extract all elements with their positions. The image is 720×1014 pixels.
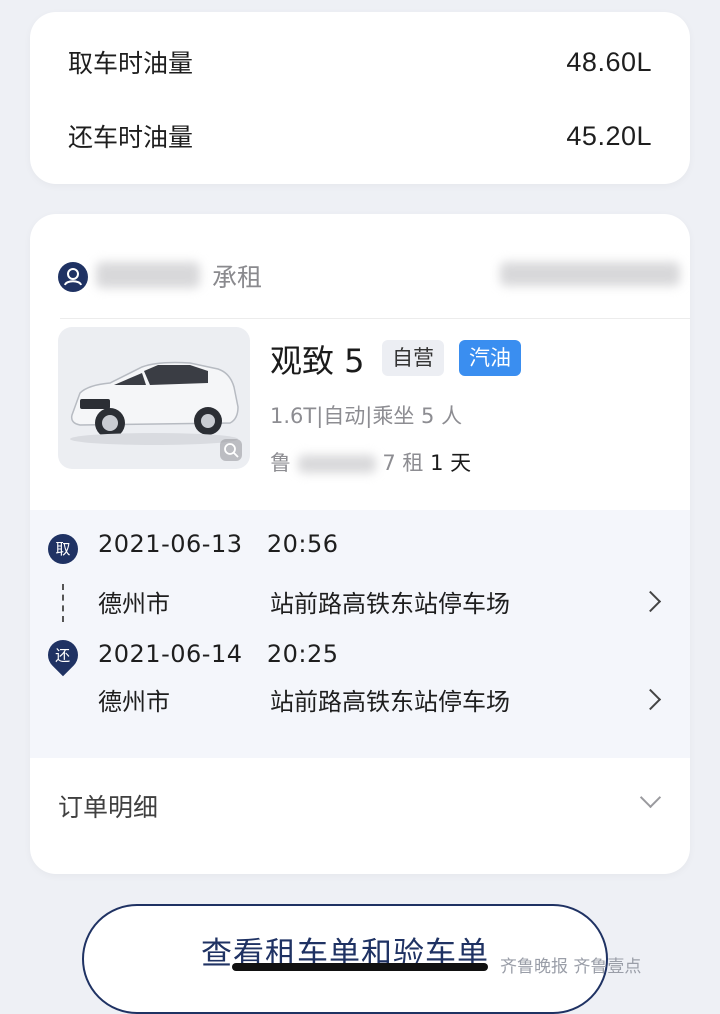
pickup-datetime: 2021-06-13 20:56	[98, 530, 339, 558]
plate-prefix: 鲁	[270, 451, 291, 475]
pickup-city: 德州市	[98, 590, 170, 618]
return-time: 20:25	[266, 640, 339, 668]
chevron-down-icon[interactable]	[639, 786, 662, 809]
return-fuel-row: 还车时油量 45.20L	[68, 116, 652, 156]
order-card: 承租 观致 5 自营 汽油 1.6T|自动|乘坐 5 人 鲁 7 租 1 天 取…	[30, 214, 690, 874]
renter-row: 承租	[30, 214, 690, 318]
trip-connector	[62, 584, 64, 622]
blurred-renter-info	[500, 262, 680, 286]
return-place[interactable]: 站前路高铁东站停车场	[270, 682, 510, 717]
order-details-label: 订单明细	[58, 793, 159, 822]
return-location-pin-icon: 还	[41, 633, 85, 677]
car-specs: 1.6T|自动|乘坐 5 人	[270, 404, 463, 428]
renter-label: 承租	[212, 263, 263, 292]
pickup-date: 2021-06-13	[98, 530, 243, 558]
return-fuel-label: 还车时油量	[68, 123, 194, 152]
blurred-plate	[297, 455, 376, 473]
zoom-icon[interactable]	[220, 439, 242, 461]
pickup-fuel-label: 取车时油量	[68, 49, 194, 78]
order-details-row[interactable]: 订单明细	[30, 758, 690, 850]
car-model-name: 观致 5	[270, 342, 365, 380]
divider	[60, 318, 690, 319]
return-chevron-right-icon[interactable]	[639, 688, 662, 711]
return-city: 德州市	[98, 688, 170, 716]
return-datetime: 2021-06-14 20:25	[98, 640, 339, 668]
watermark: 齐鲁晚报 齐鲁壹点	[500, 957, 642, 977]
self-operated-tag: 自营	[382, 340, 444, 376]
pickup-time: 20:56	[266, 530, 339, 558]
pickup-badge-icon: 取	[48, 534, 78, 564]
fuel-type-tag: 汽油	[459, 340, 521, 376]
rent-info: 鲁 7 租 1 天	[270, 447, 471, 477]
pickup-fuel-row: 取车时油量 48.60L	[68, 42, 652, 82]
return-badge-label: 还	[55, 646, 71, 665]
car-image[interactable]	[58, 327, 250, 469]
return-date: 2021-06-14	[98, 640, 243, 668]
pickup-chevron-right-icon[interactable]	[639, 590, 662, 613]
pickup-fuel-value: 48.60L	[566, 46, 652, 77]
fuel-info-card: 取车时油量 48.60L 还车时油量 45.20L	[30, 12, 690, 184]
trip-section: 取 2021-06-13 20:56 德州市 站前路高铁东站停车场 还 2021…	[30, 510, 690, 758]
return-fuel-value: 45.20L	[566, 120, 652, 151]
pickup-place[interactable]: 站前路高铁东站停车场	[270, 584, 510, 619]
rent-days: 1	[430, 451, 444, 475]
blurred-renter-name	[96, 262, 200, 288]
rent-unit: 天	[450, 451, 472, 475]
home-indicator[interactable]	[232, 963, 488, 971]
rent-suffix: 7 租	[382, 451, 424, 475]
user-avatar-icon	[58, 262, 88, 292]
